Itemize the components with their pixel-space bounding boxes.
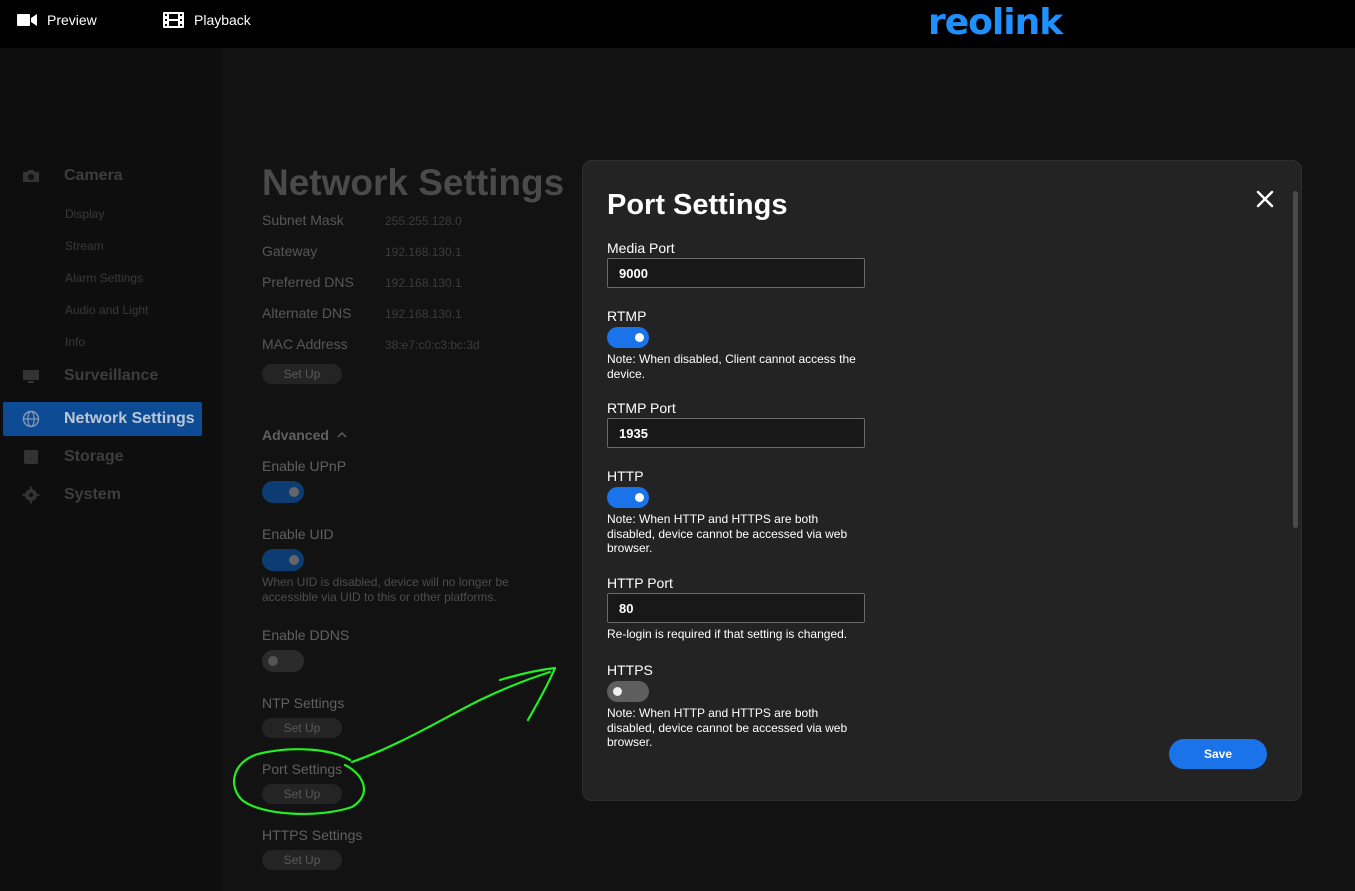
http-toggle[interactable]	[607, 487, 649, 508]
sidebar-subitem-stream[interactable]: Stream	[65, 239, 104, 253]
sidebar-subitem-audio-light[interactable]: Audio and Light	[65, 303, 148, 317]
sidebar-item-label: System	[64, 486, 121, 503]
port-settings-label: Port Settings	[262, 761, 343, 777]
network-setup-button[interactable]: Set Up	[262, 364, 342, 384]
rtmp-label: RTMP	[607, 308, 647, 324]
http-port-note: Re-login is required if that setting is …	[607, 627, 848, 641]
ddns-toggle[interactable]	[262, 650, 304, 672]
sidebar-subitem-display[interactable]: Display	[65, 207, 104, 221]
https-toggle[interactable]	[607, 681, 649, 702]
https-label: HTTPS	[607, 662, 653, 678]
rtmp-port-label: RTMP Port	[607, 400, 676, 416]
mac-address-label: MAC Address	[262, 336, 348, 352]
uid-note: When UID is disabled, device will no lon…	[262, 575, 509, 604]
save-button[interactable]: Save	[1169, 739, 1267, 769]
sidebar-subitem-info[interactable]: Info	[65, 335, 85, 349]
uid-toggle[interactable]	[262, 549, 304, 571]
sidebar-item-surveillance[interactable]: Surveillance	[22, 359, 202, 393]
uid-label: Enable UID	[262, 526, 334, 542]
port-settings-dialog: Port Settings Media Port RTMP Note: When…	[582, 160, 1302, 801]
close-icon[interactable]	[1253, 187, 1277, 211]
sidebar-item-label: Surveillance	[64, 367, 159, 384]
http-port-input[interactable]	[607, 593, 865, 623]
film-strip-icon	[163, 12, 184, 28]
reolink-logo: reolink	[928, 2, 1063, 43]
media-port-label: Media Port	[607, 240, 675, 256]
video-camera-icon	[17, 14, 37, 26]
subnet-mask-label: Subnet Mask	[262, 212, 344, 228]
mac-address-value: 38:e7:c0:c3:bc:3d	[385, 338, 480, 352]
sidebar-item-label: Network Settings	[64, 410, 195, 427]
top-bar: Preview Playback reolink	[0, 0, 1355, 48]
playback-nav[interactable]: Playback	[163, 12, 251, 28]
sidebar-item-system[interactable]: System	[22, 478, 202, 512]
subnet-mask-value: 255.255.128.0	[385, 214, 462, 228]
upnp-label: Enable UPnP	[262, 458, 347, 474]
http-port-label: HTTP Port	[607, 575, 673, 591]
chevron-up-icon	[337, 431, 347, 438]
https-settings-label: HTTPS Settings	[262, 827, 363, 843]
advanced-section-toggle[interactable]: Advanced	[262, 427, 347, 443]
preferred-dns-label: Preferred DNS	[262, 274, 354, 290]
gateway-label: Gateway	[262, 243, 318, 259]
preview-nav[interactable]: Preview	[17, 12, 97, 28]
rtmp-note: Note: When disabled, Client cannot acces…	[607, 352, 856, 381]
sidebar-subitem-alarm-settings[interactable]: Alarm Settings	[65, 271, 143, 285]
ddns-label: Enable DDNS	[262, 627, 350, 643]
sidebar-item-storage[interactable]: Storage	[22, 440, 202, 474]
storage-icon	[24, 450, 38, 464]
playback-label: Playback	[194, 12, 251, 28]
gear-icon	[22, 486, 40, 504]
rtmp-port-input[interactable]	[607, 418, 865, 448]
sidebar-item-label: Storage	[64, 448, 124, 465]
https-setup-button[interactable]: Set Up	[262, 850, 342, 870]
alternate-dns-label: Alternate DNS	[262, 305, 352, 321]
gateway-value: 192.168.130.1	[385, 245, 462, 259]
ntp-settings-label: NTP Settings	[262, 695, 345, 711]
preferred-dns-value: 192.168.130.1	[385, 276, 462, 290]
sidebar-item-network-settings[interactable]: Network Settings	[3, 402, 202, 436]
preview-label: Preview	[47, 12, 97, 28]
http-label: HTTP	[607, 468, 644, 484]
https-note: Note: When HTTP and HTTPS are both disab…	[607, 706, 848, 749]
page-title: Network Settings	[262, 162, 565, 203]
http-note: Note: When HTTP and HTTPS are both disab…	[607, 512, 848, 555]
monitor-icon	[23, 370, 39, 383]
upnp-toggle[interactable]	[262, 481, 304, 503]
advanced-label: Advanced	[262, 427, 329, 443]
dialog-title: Port Settings	[607, 189, 788, 221]
globe-icon	[22, 410, 40, 428]
dialog-scrollbar[interactable]	[1293, 191, 1298, 528]
camera-icon	[23, 170, 39, 182]
ntp-setup-button[interactable]: Set Up	[262, 718, 342, 738]
alternate-dns-value: 192.168.130.1	[385, 307, 462, 321]
port-setup-button[interactable]: Set Up	[262, 784, 342, 804]
rtmp-toggle[interactable]	[607, 327, 649, 348]
media-port-input[interactable]	[607, 258, 865, 288]
sidebar-item-camera[interactable]: Camera	[22, 159, 202, 193]
sidebar-item-label: Camera	[64, 167, 123, 184]
